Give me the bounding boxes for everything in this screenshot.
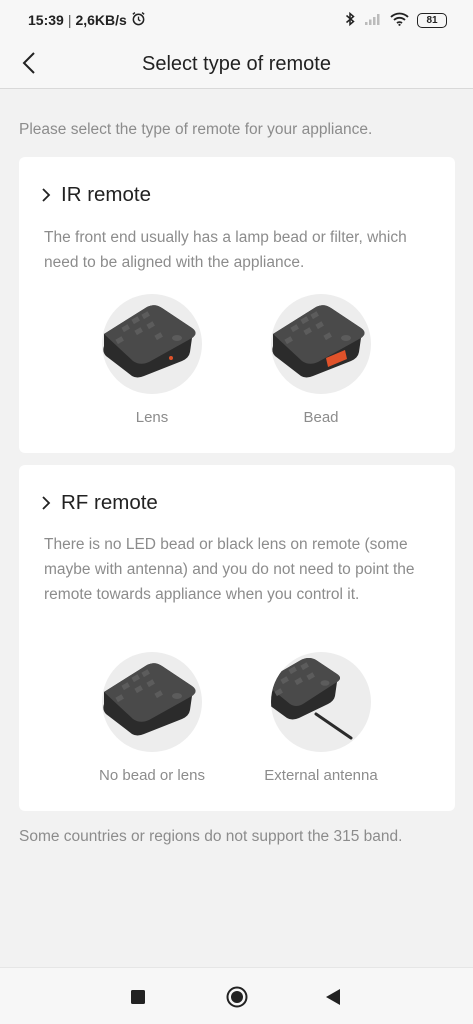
bluetooth-icon <box>345 11 356 30</box>
option-bead-label: Bead <box>303 409 339 426</box>
recents-button[interactable] <box>131 990 145 1009</box>
ir-remote-title: IR remote <box>61 183 151 206</box>
alarm-icon <box>131 11 146 29</box>
rf-remote-card[interactable]: RF remote There is no LED bead or black … <box>19 465 455 811</box>
option-external-antenna-label: External antenna <box>264 767 378 784</box>
chevron-right-icon <box>42 188 51 202</box>
rf-remote-description: There is no LED bead or black lens on re… <box>44 536 415 603</box>
chevron-right-icon <box>42 496 51 510</box>
status-left: 15:39 | 2,6KB/s <box>28 11 146 29</box>
status-right: 81 <box>345 11 447 30</box>
no-bead-remote-image <box>102 652 202 752</box>
back-button[interactable] <box>14 48 44 78</box>
ir-remote-card[interactable]: IR remote The front end usually has a la… <box>19 157 455 453</box>
status-network-speed: 2,6KB/s <box>75 12 127 28</box>
option-no-bead-label: No bead or lens <box>99 767 205 784</box>
option-lens-label: Lens <box>135 409 169 426</box>
system-nav-bar <box>0 967 473 1024</box>
option-no-bead-or-lens[interactable]: No bead or lens <box>77 652 227 784</box>
status-bar: 15:39 | 2,6KB/s 81 <box>0 0 473 40</box>
signal-icon <box>364 12 382 29</box>
band-support-note: Some countries or regions do not support… <box>19 828 403 845</box>
ir-remote-header[interactable]: IR remote <box>41 183 151 207</box>
status-time: 15:39 <box>28 12 64 28</box>
ir-remote-description: The front end usually has a lamp bead or… <box>44 229 407 271</box>
home-circle-icon <box>226 986 248 1008</box>
wifi-icon <box>390 12 409 29</box>
battery-level: 81 <box>426 14 438 26</box>
home-button[interactable] <box>226 986 248 1013</box>
option-lens[interactable]: Lens <box>77 294 227 426</box>
page-title: Select type of remote <box>142 52 331 75</box>
intro-text: Please select the type of remote for you… <box>19 121 373 138</box>
lens-remote-image <box>102 294 202 394</box>
nav-back-button[interactable] <box>325 989 341 1010</box>
chevron-left-icon <box>22 52 35 74</box>
status-separator: | <box>67 12 72 28</box>
recents-square-icon <box>131 990 145 1004</box>
bead-remote-image <box>271 294 371 394</box>
back-triangle-icon <box>326 989 340 1005</box>
battery-icon: 81 <box>417 12 447 28</box>
app-header: Select type of remote <box>0 40 473 89</box>
option-external-antenna[interactable]: External antenna <box>246 652 396 784</box>
rf-remote-title: RF remote <box>61 491 158 514</box>
rf-remote-header[interactable]: RF remote <box>41 491 158 515</box>
option-bead[interactable]: Bead <box>246 294 396 426</box>
antenna-remote-image <box>271 652 371 752</box>
